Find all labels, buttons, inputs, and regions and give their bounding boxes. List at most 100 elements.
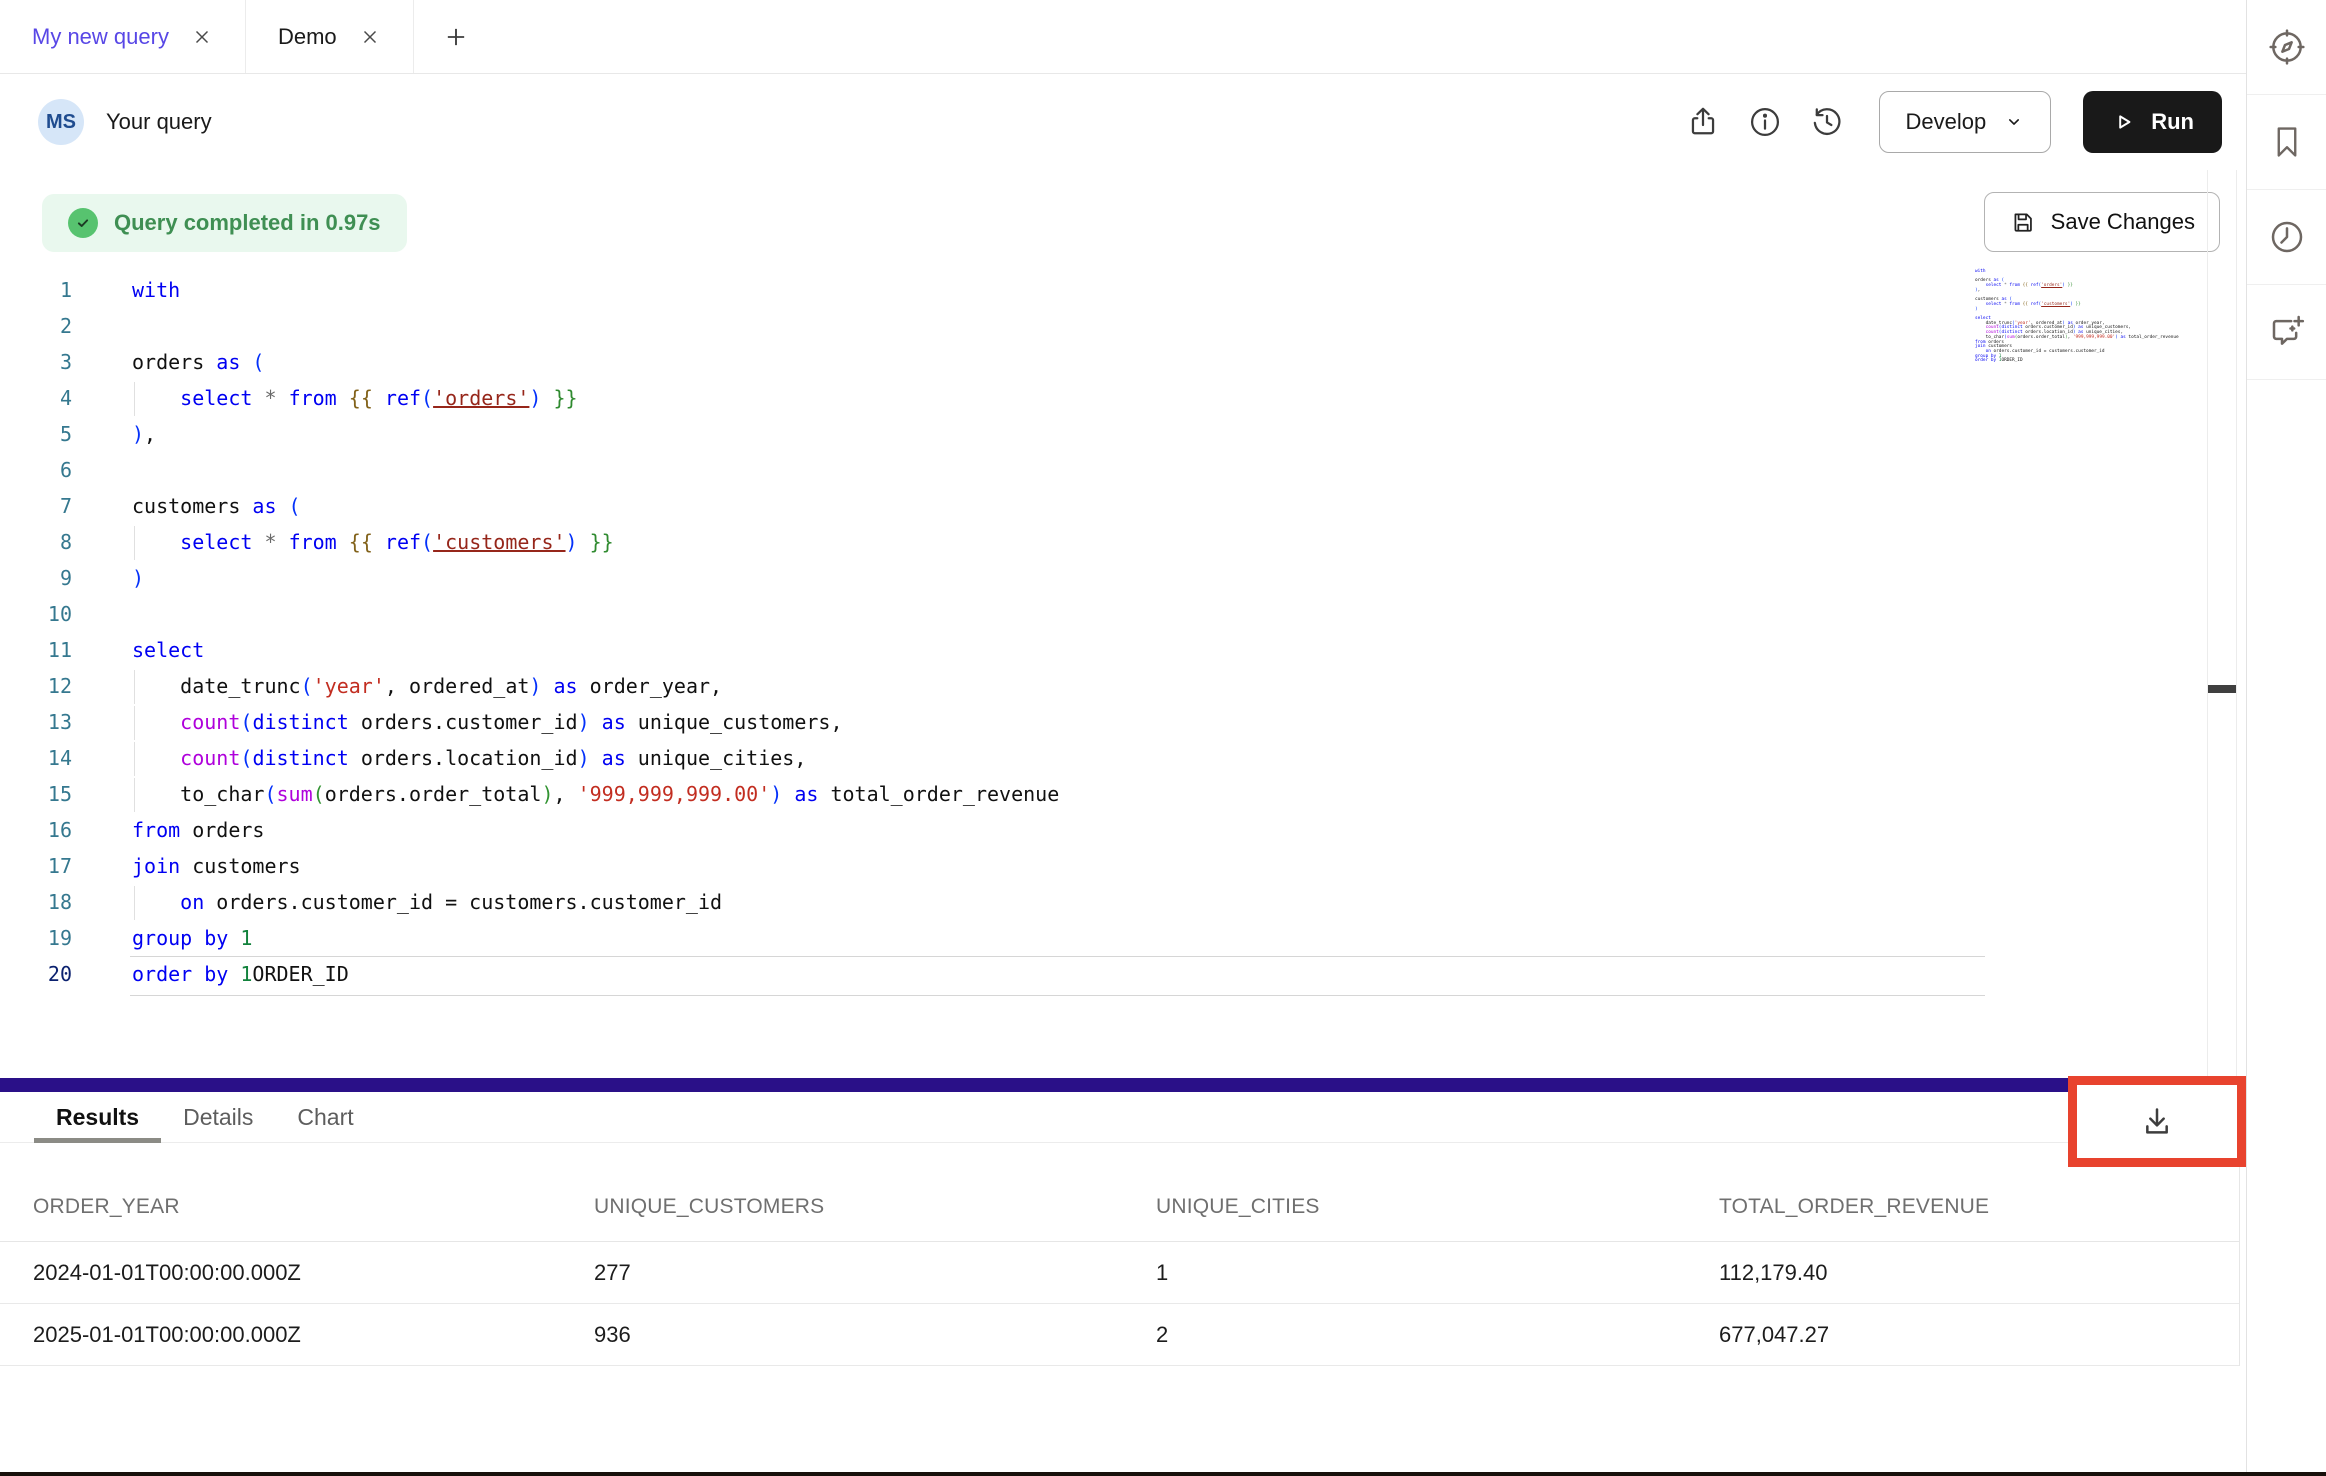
code-token: ORDER_ID [252,962,348,986]
code-token: ( [264,782,276,806]
code-line-7[interactable]: 7customers as ( [0,488,2204,524]
code-line-1[interactable]: 1with [0,272,2204,308]
info-button[interactable] [1741,98,1789,146]
code-line-6[interactable]: 6 [0,452,2204,488]
sql-editor[interactable]: Query completed in 0.97s Save Changes 1w… [0,170,2246,1078]
code-line-12[interactable]: 12 date_trunc('year', ordered_at) as ord… [0,668,2204,704]
code-text: orders as ( [132,344,2204,380]
code-token: ( [289,494,301,518]
save-changes-button[interactable]: Save Changes [1984,192,2220,252]
history-button[interactable] [1803,98,1851,146]
code-token: }} [554,386,578,410]
code-line-8[interactable]: 8 select * from {{ ref('customers') }} [0,524,2204,560]
sidebar-spacer [2247,380,2326,1472]
code-line-10[interactable]: 10 [0,596,2204,632]
close-icon[interactable] [359,26,381,48]
code-token: ( [240,746,252,770]
line-number: 3 [0,344,72,380]
code-area[interactable]: 1with23orders as (4 select * from {{ ref… [0,272,2204,992]
query-status-text: Query completed in 0.97s [114,210,381,236]
code-line-16[interactable]: 16 from orders [0,812,2204,848]
line-number: 18 [0,884,72,920]
ai-assistant-button[interactable] [2247,285,2326,380]
code-token: ( [313,782,325,806]
code-token: orders [132,350,216,374]
code-text: from orders [132,812,2204,848]
table-header-row: ORDER_YEARUNIQUE_CUSTOMERSUNIQUE_CITIEST… [0,1143,2239,1242]
tab-my-new-query[interactable]: My new query [0,0,246,73]
share-button[interactable] [1679,98,1727,146]
code-token: from [132,818,192,842]
indent-guide [134,778,135,812]
code-token: unique_customers [638,710,831,734]
code-text: select * from {{ ref('orders') }} [132,380,2204,416]
code-token: with [132,278,180,302]
code-token: customers [132,494,252,518]
chevron-down-icon [2004,112,2024,132]
details-tab-label: Details [183,1104,253,1131]
develop-button[interactable]: Develop [1879,91,2052,153]
code-line-18[interactable]: 18 on orders.customer_id = customers.cus… [0,884,2204,920]
tab-chart[interactable]: Chart [275,1092,375,1142]
code-token: select [180,530,264,554]
code-line-9[interactable]: 9) [0,560,2204,596]
download-results-button[interactable] [2077,1085,2237,1158]
code-line-14[interactable]: 14 count(distinct orders.location_id) as… [0,740,2204,776]
code-token [132,746,180,770]
code-token: , [830,710,842,734]
code-token: ) [529,674,541,698]
code-token: , [710,674,722,698]
code-text: date_trunc('year', ordered_at) as order_… [132,668,2204,704]
new-tab-button[interactable] [414,0,498,73]
code-line-4[interactable]: 4 select * from {{ ref('orders') }} [0,380,2204,416]
line-number: 5 [0,416,72,452]
table-row: 2024-01-01T00:00:00.000Z2771112,179.40 [0,1242,2239,1304]
code-token: date_trunc [180,674,300,698]
line-number: 20 [0,956,72,992]
code-token: distinct [252,710,360,734]
line-number: 16 [0,812,72,848]
explore-button[interactable] [2247,0,2326,95]
code-token: 1 [240,926,252,950]
query-status-pill: Query completed in 0.97s [42,194,407,252]
code-line-13[interactable]: 13 count(distinct orders.customer_id) as… [0,704,2204,740]
run-button[interactable]: Run [2083,91,2222,153]
history-icon [1809,104,1845,140]
code-token: ordered_at [409,674,529,698]
line-number: 6 [0,452,72,488]
recent-history-button[interactable] [2247,190,2326,285]
right-sidebar [2246,0,2326,1472]
code-token: 1 [240,962,252,986]
save-icon [2009,208,2037,236]
code-token: * [264,386,288,410]
code-line-15[interactable]: 15 to_char(sum(orders.order_total), '999… [0,776,2204,812]
code-line-19[interactable]: 19group by 1 [0,920,2204,956]
main-area: My new query Demo MS Your query [0,0,2246,1472]
line-number: 19 [0,920,72,956]
minimap[interactable]: with orders as ( select * from {{ ref('o… [1975,270,2130,364]
table-body: 2024-01-01T00:00:00.000Z2771112,179.4020… [0,1242,2239,1366]
code-token: orders [192,818,264,842]
code-token: orders.customer_id [216,890,445,914]
code-line-17[interactable]: 17join customers [0,848,2204,884]
tab-demo[interactable]: Demo [246,0,414,73]
table-cell: 2024-01-01T00:00:00.000Z [33,1260,594,1286]
tab-details[interactable]: Details [161,1092,275,1142]
code-token: ) [578,710,590,734]
panel-divider-bar[interactable] [0,1078,2246,1092]
close-icon[interactable] [191,26,213,48]
line-number: 8 [0,524,72,560]
code-token: as [541,674,589,698]
code-token: ) [566,530,578,554]
code-token: {{ [349,386,385,410]
scrollbar-thumb[interactable] [2208,685,2236,693]
code-line-5[interactable]: 5), [0,416,2204,452]
code-line-11[interactable]: 11select [0,632,2204,668]
bookmarks-button[interactable] [2247,95,2326,190]
code-line-3[interactable]: 3 orders as ( [0,344,2204,380]
tab-results[interactable]: Results [34,1092,161,1142]
code-line-20[interactable]: 20order by 1ORDER_ID [0,956,2204,992]
code-line-2[interactable]: 2 [0,308,2204,344]
code-token: 'year' [313,674,385,698]
save-changes-label: Save Changes [2051,209,2195,235]
